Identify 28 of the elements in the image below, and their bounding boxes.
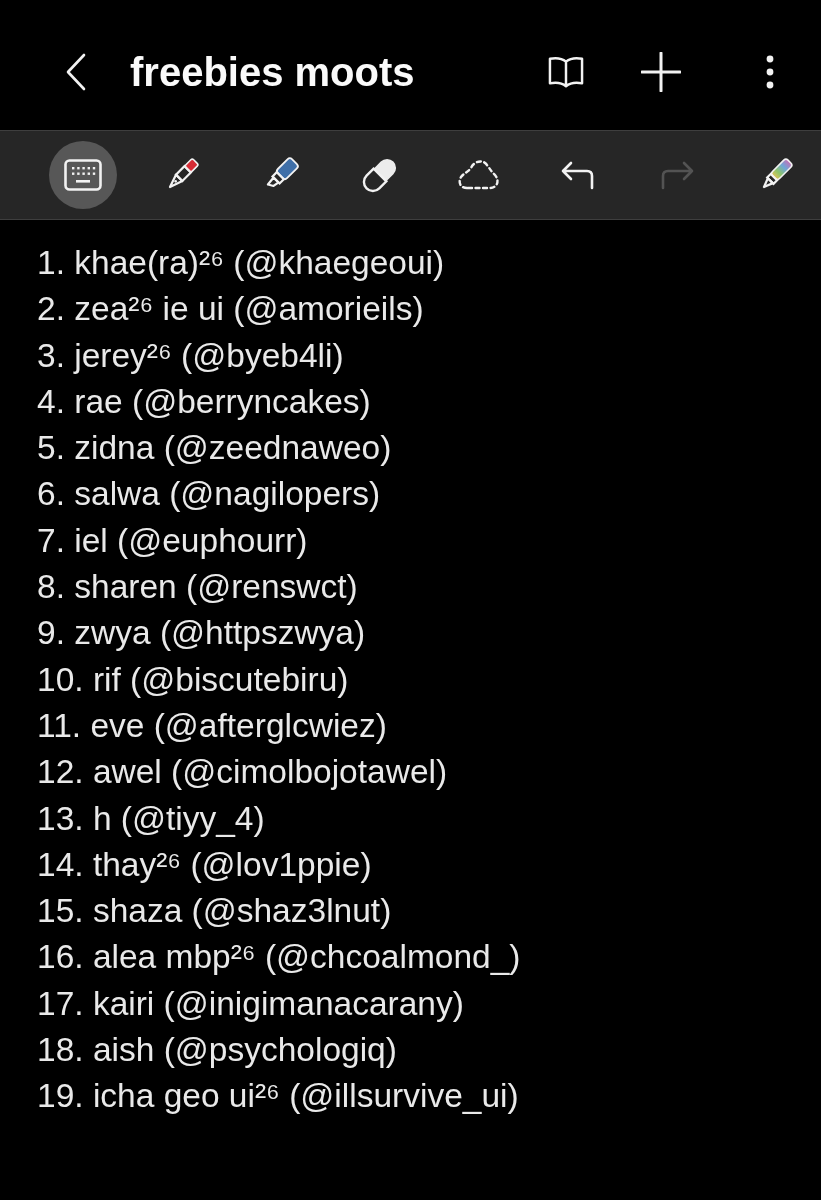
note-line: 4. rae (@berryncakes) bbox=[37, 381, 372, 422]
note-line: 16. alea mbp²⁶ (@chcoalmond_) bbox=[37, 937, 522, 978]
redo-icon bbox=[659, 160, 695, 190]
note-line: 5. zidna (@zeednaweo) bbox=[37, 428, 393, 469]
note-line: 3. jerey²⁶ (@byeb4li) bbox=[37, 335, 345, 376]
note-line: 14. thay²⁶ (@lov1ppie) bbox=[37, 844, 373, 885]
note-line: 13. h (@tiyy_4) bbox=[37, 798, 266, 839]
note-line: 18. aish (@psychologiq) bbox=[37, 1030, 398, 1071]
note-line: 9. zwya (@httpszwya) bbox=[37, 613, 367, 654]
note-line: 6. salwa (@nagilopers) bbox=[37, 474, 382, 515]
note-line: 1. khae(ra)²⁶ (@khaegeoui) bbox=[37, 243, 446, 283]
note-line: 15. shaza (@shaz3lnut) bbox=[37, 891, 393, 932]
lasso-icon bbox=[457, 158, 501, 192]
note-line: 7. iel (@euphourr) bbox=[37, 520, 309, 561]
note-line: 17. kairi (@inigimanacarany) bbox=[37, 983, 465, 1024]
note-line: 12. awel (@cimolbojotawel) bbox=[37, 752, 449, 793]
note-line: 8. sharen (@renswct) bbox=[37, 567, 359, 608]
more-icon bbox=[766, 55, 774, 89]
note-line: 2. zea²⁶ ie ui (@amorieils) bbox=[37, 289, 425, 330]
undo-icon bbox=[560, 160, 596, 190]
back-icon bbox=[65, 53, 87, 91]
book-icon bbox=[547, 55, 585, 89]
plus-icon bbox=[641, 52, 681, 92]
note-line: 19. icha geo ui²⁶ (@illsurvive_ui) bbox=[37, 1076, 520, 1117]
note-title: freebies moots bbox=[130, 49, 416, 95]
keyboard-icon bbox=[64, 159, 102, 191]
note-line: 11. eve (@afterglcwiez) bbox=[37, 705, 388, 746]
note-line: 10. rif (@biscutebiru) bbox=[37, 659, 350, 700]
